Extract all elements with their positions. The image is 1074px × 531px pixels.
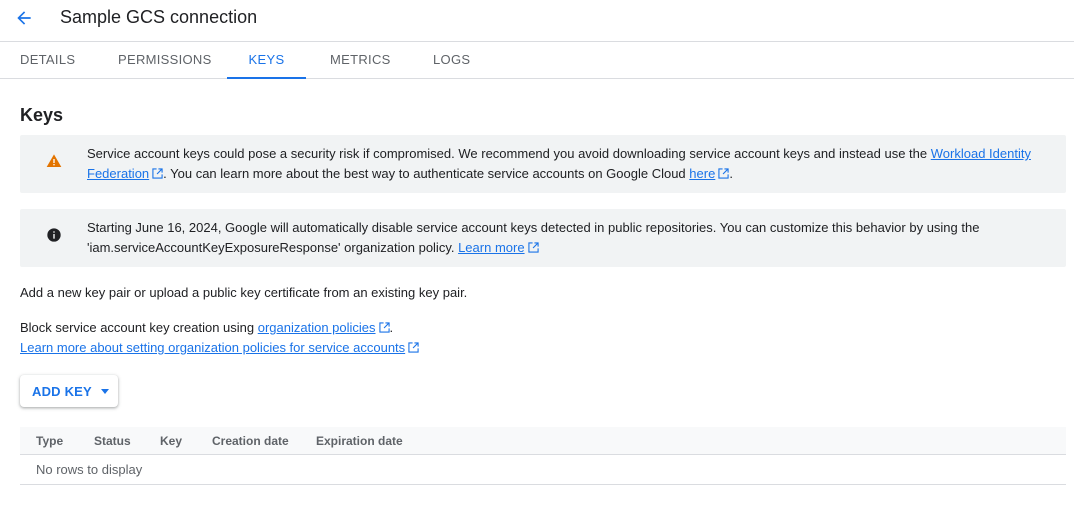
add-key-button[interactable]: ADD KEY [20,375,118,407]
empty-table-message: No rows to display [36,462,143,477]
warning-text: Service account keys could pose a securi… [87,144,1042,184]
info-text: Starting June 16, 2024, Google will auto… [87,218,1042,258]
page-title: Sample GCS connection [60,7,258,27]
warning-text-part: . You can learn more about the best way … [163,166,690,181]
warning-icon [46,154,62,167]
external-link-icon [718,168,729,179]
back-button[interactable] [12,6,36,30]
block-key-creation-text: Block service account key creation using… [20,318,393,338]
link-label: Learn more about setting organization po… [20,340,406,355]
section-title: Keys [20,105,64,125]
arrow-back-icon[interactable] [14,8,34,28]
external-link-icon [527,242,539,253]
dropdown-caret-icon [100,388,109,394]
info-notice: Starting June 16, 2024, Google will auto… [20,209,1066,267]
link-label: organization policies [257,320,376,335]
info-icon [47,228,61,242]
warning-notice: Service account keys could pose a securi… [20,135,1066,193]
add-key-label: ADD KEY [32,383,92,399]
block-text-prefix: Block service account key creation using [20,320,258,335]
tab-details[interactable]: DETAILS [20,42,75,78]
learn-more-org-policies-link[interactable]: Learn more about setting organization po… [20,340,419,355]
add-key-description: Add a new key pair or upload a public ke… [20,285,468,300]
column-header-key[interactable]: Key [160,427,182,455]
tab-keys[interactable]: KEYS [227,42,306,79]
organization-policies-link[interactable]: organization policies [258,320,390,335]
page-header: Sample GCS connection [0,0,1074,42]
warning-text-part: . [729,166,733,181]
tab-logs[interactable]: LOGS [433,42,470,78]
here-link[interactable]: here [689,166,729,181]
external-link-icon [152,168,163,179]
link-label: Learn more [458,240,525,255]
link-label: here [689,166,716,181]
tab-bar: DETAILS PERMISSIONS KEYS METRICS LOGS [0,42,1074,79]
column-header-status[interactable]: Status [94,427,131,455]
external-link-icon [408,342,419,353]
external-link-icon [378,322,390,333]
block-text-suffix: . [389,320,394,335]
warning-text-part: Service account keys could pose a securi… [87,146,931,161]
column-header-expiration-date[interactable]: Expiration date [316,427,403,455]
tab-metrics[interactable]: METRICS [330,42,391,78]
column-header-type[interactable]: Type [36,427,63,455]
learn-more-link[interactable]: Learn more [458,240,539,255]
column-header-creation-date[interactable]: Creation date [212,427,289,455]
table-header: Type Status Key Creation date Expiration… [20,427,1066,455]
learn-more-org-policies: Learn more about setting organization po… [20,338,419,358]
tab-permissions[interactable]: PERMISSIONS [118,42,212,78]
keys-table: Type Status Key Creation date Expiration… [20,427,1066,485]
